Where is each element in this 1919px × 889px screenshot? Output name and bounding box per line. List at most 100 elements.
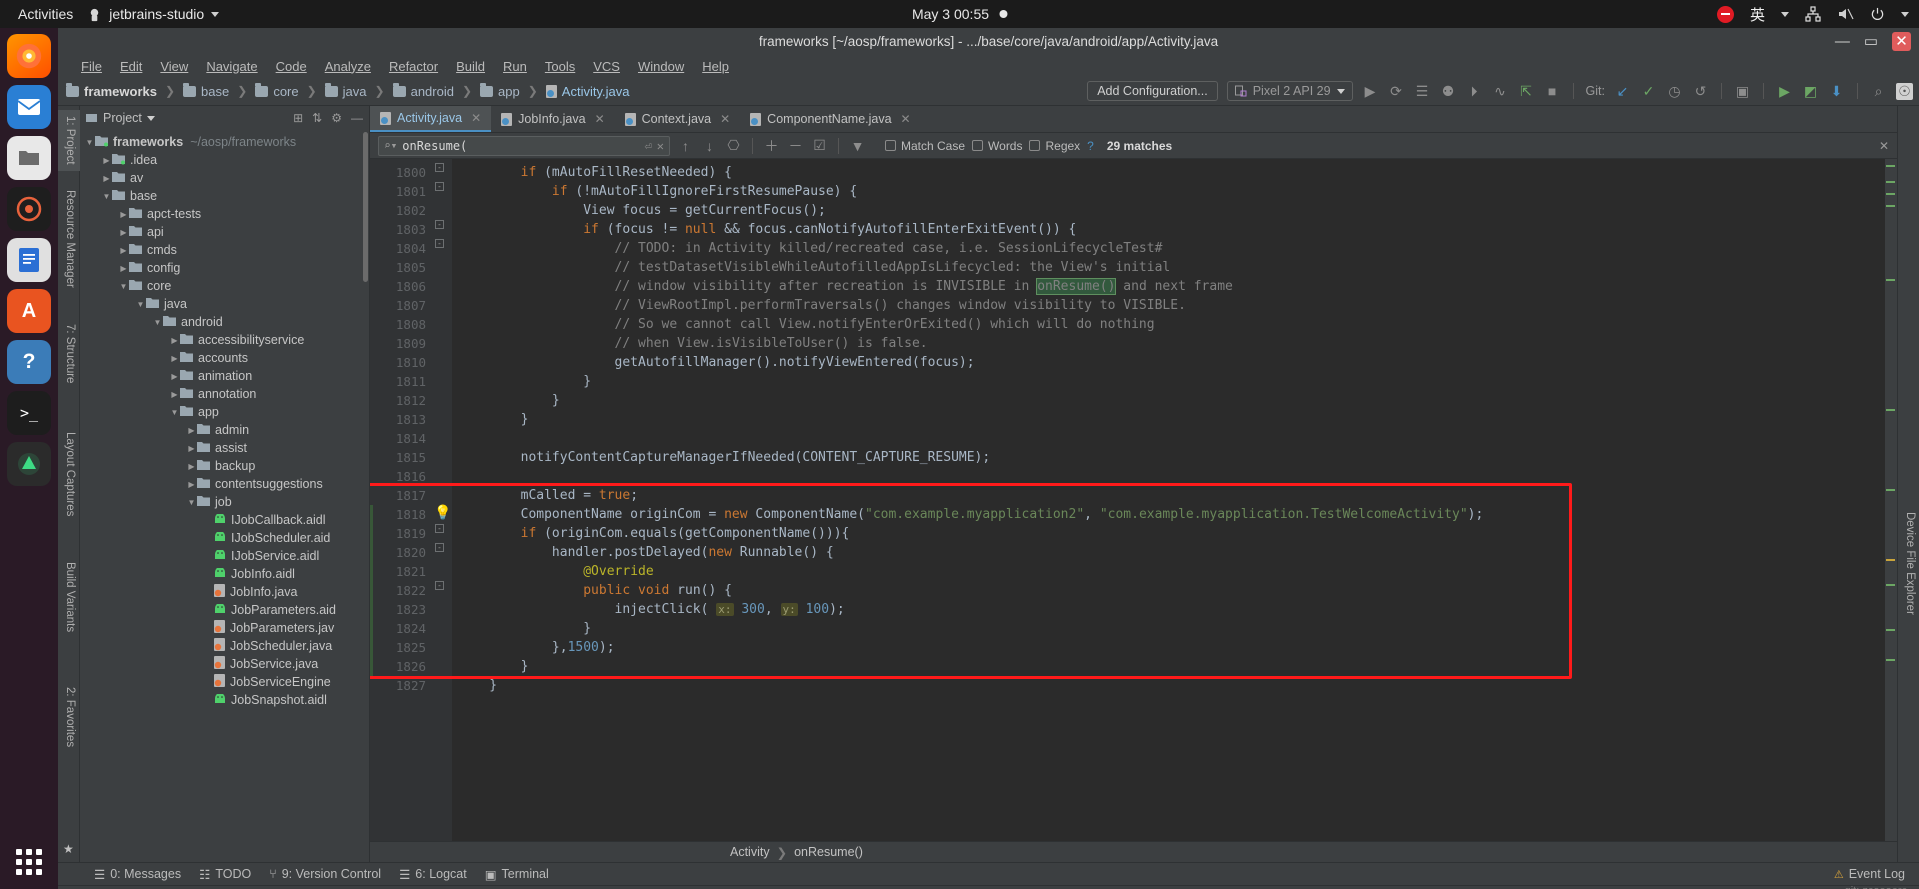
line-number-gutter[interactable]: 1800 1801 1802 1803 1804 1805 1806 1807 1808 1809… [370,159,432,841]
tree-node[interactable]: ▶ apct-tests [80,205,369,223]
find-next-icon[interactable]: ↓ [701,138,718,154]
dock-item-rhythmbox[interactable] [7,187,51,231]
chevron-right-icon[interactable]: ▶ [169,390,180,399]
search-history-icon[interactable]: ⏎ [645,139,652,153]
breadcrumb-item-activity-java[interactable]: Activity.java [562,84,630,99]
tree-node[interactable]: ▶ cmds [80,241,369,259]
tree-node[interactable]: JobInfo.aidl [80,565,369,583]
tree-node[interactable]: JobServiceEngine [80,673,369,691]
apply-changes-icon[interactable]: ⟳ [1388,83,1405,100]
tab-activity-java[interactable]: Activity.java ✕ [370,106,492,132]
chevron-down-icon[interactable]: ▼ [186,498,197,507]
error-stripe-marker[interactable] [1885,159,1897,841]
breadcrumb-item-android[interactable]: android [411,84,454,99]
tab-componentname-java[interactable]: ComponentName.java ✕ [740,106,920,132]
close-icon[interactable]: ✕ [720,112,730,126]
chevron-right-icon[interactable]: ▶ [169,336,180,345]
breadcrumb-item-app[interactable]: app [498,84,520,99]
fold-toggle-icon[interactable]: - [432,539,452,558]
chevron-right-icon[interactable]: ▶ [186,462,197,471]
menu-file[interactable]: File [72,59,111,74]
code-line[interactable]: ComponentName originCom = new ComponentN… [452,505,1897,524]
project-tree[interactable]: ▼ frameworks ~/aosp/frameworks ▶ .idea ▶ av ▼ ba… [80,130,369,862]
dock-item-ubuntu-software[interactable]: A [7,289,51,333]
power-icon[interactable] [1870,7,1885,22]
code-line[interactable]: // when View.isVisibleToUser() is false. [452,334,1897,353]
input-method-chevron-icon[interactable] [1781,11,1789,17]
tree-node[interactable]: ▼ core [80,277,369,295]
minimize-button[interactable]: — [1835,34,1850,49]
favorites-star-icon[interactable]: ★ [63,842,74,856]
tree-node[interactable]: JobParameters.aid [80,601,369,619]
breadcrumb-class[interactable]: Activity [730,845,770,859]
close-icon[interactable]: ✕ [901,112,911,126]
close-icon[interactable]: ✕ [595,112,605,126]
tree-node[interactable]: ▼ android [80,313,369,331]
tree-node[interactable]: ▶ annotation [80,385,369,403]
tree-node[interactable]: ▶ contentsuggestions [80,475,369,493]
tree-node[interactable]: JobSnapshot.aidl [80,691,369,709]
tree-node[interactable]: JobParameters.jav [80,619,369,637]
menu-view[interactable]: View [151,59,197,74]
select-all-icon[interactable]: ☑ [811,137,828,154]
tool-button-messages[interactable]: ☰ 0: Messages [94,867,181,882]
chevron-right-icon[interactable]: ▶ [118,264,129,273]
tree-node[interactable]: ▼ frameworks ~/aosp/frameworks [80,133,369,151]
close-icon[interactable]: ✕ [471,111,481,125]
dock-item-files[interactable] [7,136,51,180]
sidebar-item-layout-captures[interactable]: Layout Captures [58,426,80,522]
tree-node[interactable]: IJobService.aidl [80,547,369,565]
code-line[interactable]: // TODO: in Activity killed/recreated ca… [452,239,1897,258]
breadcrumb-method[interactable]: onResume() [794,845,863,859]
dock-item-android-studio[interactable] [7,442,51,486]
profile-icon[interactable]: ∿ [1492,83,1509,100]
add-selection-icon[interactable]: ＋ [763,136,780,156]
select-all-occurrences-icon[interactable]: ⎔ [725,137,742,154]
network-icon[interactable] [1805,6,1821,22]
code-line[interactable]: },1500); [452,638,1897,657]
run-with-coverage-icon[interactable]: ⇱ [1518,83,1535,100]
tree-node[interactable]: ▶ animation [80,367,369,385]
tree-node[interactable]: JobInfo.java [80,583,369,601]
menu-navigate[interactable]: Navigate [197,59,266,74]
menu-refactor[interactable]: Refactor [380,59,447,74]
collapse-all-icon[interactable]: ⊞ [293,111,303,125]
stop-icon[interactable]: ■ [1544,83,1561,99]
search-everywhere-icon[interactable]: ⌕ [1870,83,1887,100]
tree-node[interactable]: ▶ assist [80,439,369,457]
words-option[interactable]: Words [972,139,1022,153]
remove-selection-icon[interactable]: － [787,136,804,156]
avd-manager-icon[interactable]: ▣ [1734,83,1751,100]
chevron-right-icon[interactable]: ▶ [101,174,112,183]
code-line[interactable]: } [452,619,1897,638]
fold-toggle-icon[interactable]: - [432,178,452,197]
tool-button-version-control[interactable]: ⑂ 9: Version Control [269,867,381,881]
tree-node[interactable]: ▶ accounts [80,349,369,367]
dock-item-help[interactable]: ? [7,340,51,384]
match-case-option[interactable]: Match Case [885,139,965,153]
dock-item-thunderbird[interactable] [7,85,51,129]
breadcrumb-item-base[interactable]: base [201,84,229,99]
code-line[interactable]: // window visibility after recreation is… [452,277,1897,296]
fold-toggle-icon[interactable]: - [432,216,452,235]
tree-node[interactable]: ▶ admin [80,421,369,439]
code-line[interactable]: } [452,657,1897,676]
vcs-change-marker[interactable] [370,505,373,676]
attach-debugger-icon[interactable]: ⏵ [1466,83,1483,100]
code-line[interactable]: notifyContentCaptureManagerIfNeeded(CONT… [452,448,1897,467]
code-line[interactable]: } [452,676,1897,695]
code-line[interactable]: if (focus != null && focus.canNotifyAuto… [452,220,1897,239]
fold-toggle-icon[interactable]: - [432,520,452,539]
commit-icon[interactable]: ✓ [1640,83,1657,100]
breadcrumb-item-frameworks[interactable]: frameworks [84,84,157,99]
chevron-right-icon[interactable]: ▶ [118,210,129,219]
history-icon[interactable]: ◷ [1666,83,1683,100]
code-line[interactable] [452,467,1897,486]
breadcrumb-item-core[interactable]: core [273,84,298,99]
regex-checkbox[interactable] [1029,140,1041,151]
debug-icon[interactable]: ⚉ [1440,83,1457,100]
sidebar-item-project[interactable]: 1: Project [58,110,80,171]
chevron-down-icon[interactable]: ▼ [169,408,180,417]
fold-toggle-icon[interactable]: - [432,235,452,254]
code-editor[interactable]: 1800 1801 1802 1803 1804 1805 1806 1807 1808 1809… [370,159,1897,841]
